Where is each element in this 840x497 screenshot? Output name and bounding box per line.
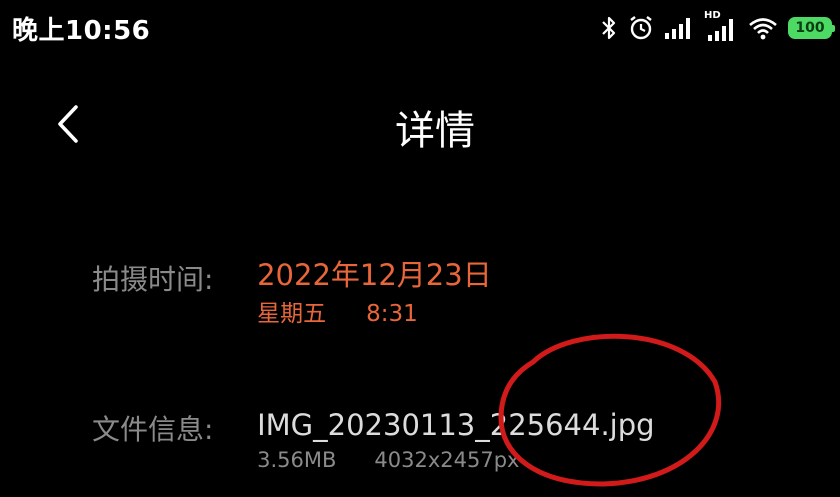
battery-icon: 100 [788,17,835,39]
file-meta: 3.56MB 4032x2457px [257,448,654,472]
capture-weekday-time: 星期五 8:31 [257,300,492,328]
capture-weekday: 星期五 [257,301,327,327]
hd-signal-icon: HD [704,10,738,42]
signal-icon [664,16,694,40]
status-time: 晚上10:56 [12,16,151,46]
file-info-row: 文件信息: IMG_20230113_225644.jpg 3.56MB 403… [92,408,655,472]
battery-level: 100 [795,20,825,36]
file-size: 3.56MB [257,448,337,472]
capture-time-label: 拍摄时间: [92,263,214,296]
wifi-icon [748,16,778,40]
hd-label: HD [704,10,721,21]
capture-date: 2022年12月23日 [257,258,492,292]
bluetooth-icon [600,14,618,42]
status-bar: 晚上10:56 HD 100 [0,0,840,56]
capture-clock: 8:31 [366,301,418,327]
file-info-value: IMG_20230113_225644.jpg 3.56MB 4032x2457… [257,408,654,472]
alarm-icon [628,14,654,42]
capture-time-value: 2022年12月23日 星期五 8:31 [257,258,492,328]
header: 详情 [0,84,840,168]
file-name: IMG_20230113_225644.jpg [257,408,655,442]
status-icons: HD 100 [600,10,835,46]
capture-time-row: 拍摄时间: 2022年12月23日 星期五 8:31 [92,258,492,328]
file-info-label: 文件信息: [92,413,214,446]
file-dimensions: 4032x2457px [374,448,520,472]
page-title: 详情 [395,108,475,154]
